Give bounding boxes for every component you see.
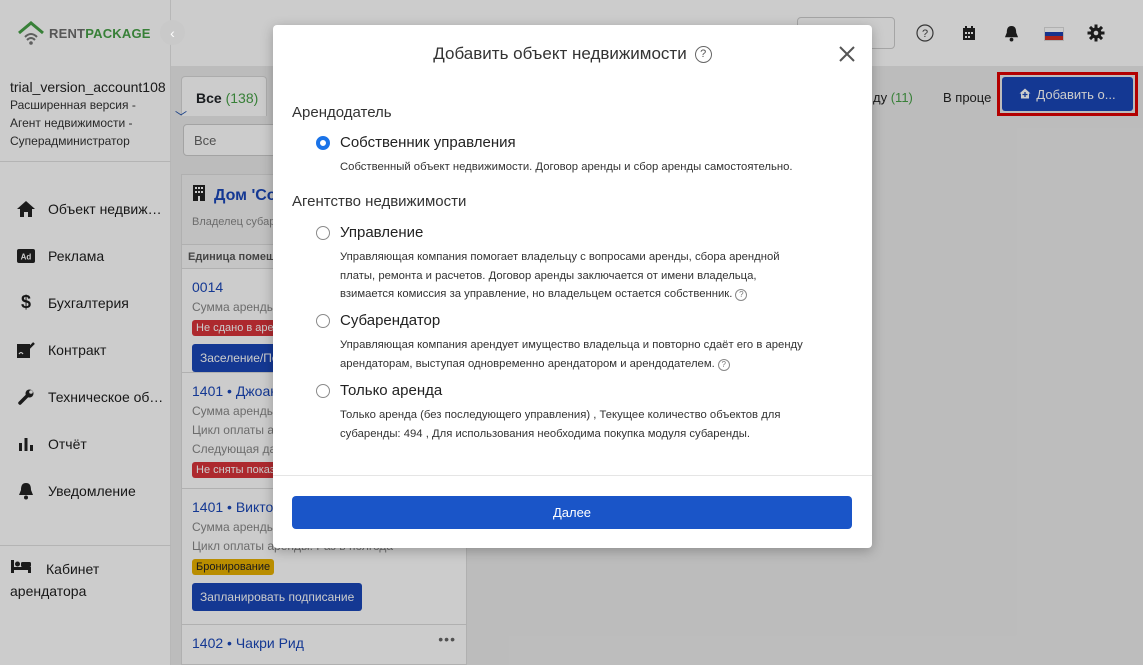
section-landlord: Арендодатель [292,104,392,121]
option-label: Собственник управления [340,134,516,151]
radio-management[interactable] [316,226,330,240]
option-owner-management[interactable]: Собственник управления Собственный объек… [316,134,818,177]
add-property-dialog: Добавить объект недвижимости? Арендодате… [273,25,872,548]
sidebar-collapse-button[interactable]: ‹ [160,20,185,45]
close-icon[interactable] [838,45,860,67]
option-management[interactable]: Управление Управляющая компания помогает… [316,224,818,304]
option-label: Управление [340,224,424,241]
help-icon[interactable]: ? [694,45,712,63]
radio-owner-management[interactable] [316,136,330,150]
chevron-left-icon: ‹ [170,24,175,41]
dialog-title: Добавить объект недвижимости? [273,44,872,64]
option-subtenant[interactable]: Субарендатор Управляющая компания аренду… [316,312,818,373]
help-icon[interactable]: ? [735,289,748,302]
dialog-divider [273,475,872,476]
option-description: Собственный объект недвижимости. Договор… [340,161,793,173]
option-description: Управляющая компания помогает владельцу … [340,251,780,302]
option-description: Только аренда (без последующего управлен… [340,409,781,440]
next-button[interactable]: Далее [292,496,852,529]
radio-rent-only[interactable] [316,384,330,398]
radio-subtenant[interactable] [316,314,330,328]
help-icon[interactable]: ? [717,358,730,371]
option-description: Управляющая компания арендует имущество … [340,339,803,371]
option-rent-only[interactable]: Только аренда Только аренда (без последу… [316,382,818,443]
option-label: Субарендатор [340,312,441,329]
option-label: Только аренда [340,382,443,399]
section-agency: Агентство недвижимости [292,193,467,210]
